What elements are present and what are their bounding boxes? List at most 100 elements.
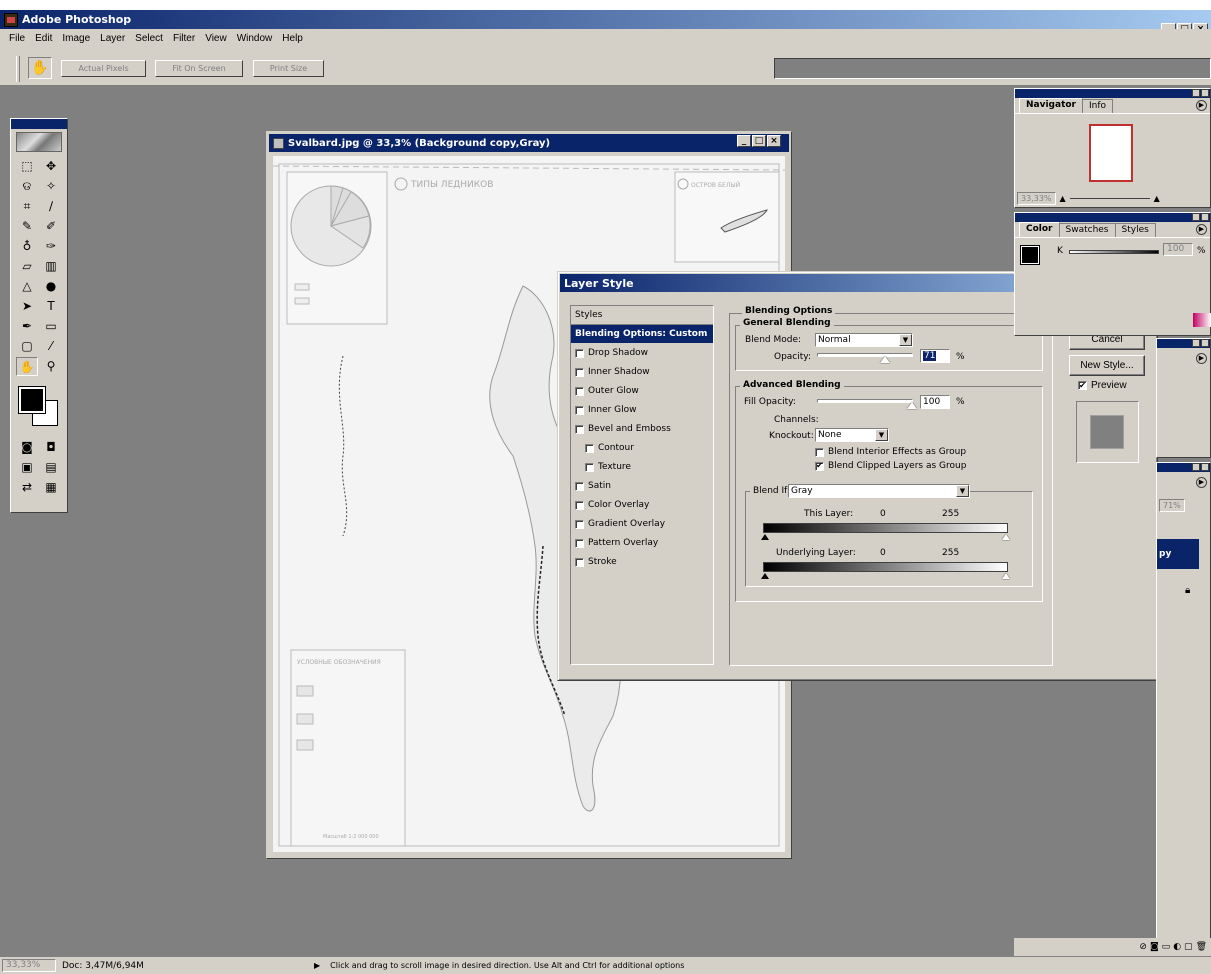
palette-menu-icon[interactable]: ▶ <box>1196 477 1207 488</box>
palette-menu-icon[interactable]: ▶ <box>1196 353 1207 364</box>
zoom-in-icon[interactable]: ▲ <box>1154 194 1160 203</box>
color-overlay-checkbox[interactable] <box>575 500 584 510</box>
document-title-bar[interactable]: Svalbard.jpg @ 33,3% (Background copy,Gr… <box>269 134 789 152</box>
drop-shadow-checkbox[interactable] <box>575 348 584 358</box>
healing-brush-tool-icon[interactable]: ✎ <box>16 217 38 236</box>
new-set-icon[interactable]: ▭ <box>1162 942 1171 952</box>
notes-tool-icon[interactable]: ▢ <box>16 337 38 356</box>
style-item-blending-options-custom[interactable]: Blending Options: Custom <box>571 325 713 344</box>
menu-select[interactable]: Select <box>130 33 168 44</box>
bevel-and-emboss-checkbox[interactable] <box>575 424 584 434</box>
blur-tool-icon[interactable]: △ <box>16 277 38 296</box>
standard-mode-icon[interactable]: ◙ <box>16 438 38 457</box>
navigator-zoom-field[interactable]: 33,33% <box>1017 191 1056 205</box>
quick-mask-mode-icon[interactable]: ◘ <box>40 438 62 457</box>
history-palette-header[interactable] <box>1157 339 1210 348</box>
style-item-color-overlay[interactable]: Color Overlay <box>571 496 713 515</box>
this-layer-gradient[interactable] <box>763 523 1008 533</box>
slice-tool-icon[interactable]: ∕ <box>40 197 62 216</box>
foreground-color-swatch[interactable] <box>18 386 46 414</box>
layer-mask-icon[interactable]: ◙ <box>1150 942 1159 952</box>
blend-if-dropdown[interactable]: Gray ▼ <box>788 484 970 498</box>
doc-close-button[interactable]: × <box>767 135 781 147</box>
imageready-icon[interactable]: ⇄ <box>16 478 38 497</box>
hand-tool-icon[interactable]: ✋ <box>16 357 38 376</box>
adjustment-layer-icon[interactable]: ◐ <box>1173 942 1181 952</box>
gradient-tool-icon[interactable]: ▥ <box>40 257 62 276</box>
color-ramp[interactable] <box>1193 313 1211 327</box>
menu-image[interactable]: Image <box>57 33 95 44</box>
preview-checkbox[interactable]: ✔ <box>1078 381 1087 390</box>
style-item-outer-glow[interactable]: Outer Glow <box>571 382 713 401</box>
navigator-thumbnail[interactable] <box>1089 124 1133 182</box>
blend-mode-dropdown[interactable]: Normal ▼ <box>815 333 913 347</box>
menu-window[interactable]: Window <box>232 33 278 44</box>
doc-maximize-button[interactable]: □ <box>752 135 766 147</box>
fill-opacity-field[interactable]: 100 <box>920 395 950 409</box>
menu-help[interactable]: Help <box>277 33 308 44</box>
style-item-gradient-overlay[interactable]: Gradient Overlay <box>571 515 713 534</box>
tab-info[interactable]: Info <box>1082 99 1114 113</box>
pattern-overlay-checkbox[interactable] <box>575 538 584 548</box>
style-item-bevel-and-emboss[interactable]: Bevel and Emboss <box>571 420 713 439</box>
stroke-checkbox[interactable] <box>575 557 584 567</box>
history-brush-tool-icon[interactable]: ✑ <box>40 237 62 256</box>
dodge-tool-icon[interactable]: ● <box>40 277 62 296</box>
fill-opacity-slider-thumb[interactable] <box>907 402 917 409</box>
tab-navigator[interactable]: Navigator <box>1019 98 1083 113</box>
styles-header[interactable]: Styles <box>571 306 713 325</box>
this-layer-white-handle[interactable] <box>1002 534 1010 540</box>
tab-color[interactable]: Color <box>1019 222 1060 237</box>
hand-icon[interactable]: ✋ <box>28 57 52 79</box>
palette-menu-icon[interactable]: ▶ <box>1196 100 1207 111</box>
screen-mode-icon[interactable]: ▣ <box>16 458 38 477</box>
full-screen-mode-icon[interactable]: ▤ <box>40 458 62 477</box>
status-menu-arrow-icon[interactable]: ▶ <box>314 961 320 970</box>
color-palette-header[interactable] <box>1015 213 1210 222</box>
actual-pixels-button[interactable]: Actual Pixels <box>61 60 146 77</box>
style-item-texture[interactable]: Texture <box>571 458 713 477</box>
menu-layer[interactable]: Layer <box>95 33 130 44</box>
inner-shadow-checkbox[interactable] <box>575 367 584 377</box>
layers-palette-header[interactable] <box>1157 463 1210 472</box>
opacity-field[interactable]: 71 <box>920 349 950 363</box>
layers-opacity-field[interactable]: 71% <box>1159 499 1185 512</box>
navigator-preview-area[interactable] <box>1015 114 1210 190</box>
zoom-out-icon[interactable]: ▲ <box>1060 194 1066 203</box>
navigator-zoom-slider[interactable] <box>1069 197 1150 199</box>
knockout-dropdown[interactable]: None ▼ <box>815 428 889 442</box>
layer-row-selected[interactable]: py <box>1157 539 1199 569</box>
blend-clipped-option[interactable]: ✔ Blend Clipped Layers as Group <box>815 461 966 471</box>
menu-filter[interactable]: Filter <box>168 33 200 44</box>
satin-checkbox[interactable] <box>575 481 584 491</box>
blend-clipped-checkbox[interactable]: ✔ <box>815 461 824 471</box>
color-foreground-swatch[interactable] <box>1020 245 1040 265</box>
contour-checkbox[interactable] <box>585 443 594 453</box>
this-layer-black-handle[interactable] <box>761 534 769 540</box>
color-swatches[interactable] <box>16 384 62 430</box>
eyedropper-tool-icon[interactable]: ⁄ <box>40 337 62 356</box>
lasso-tool-icon[interactable]: ଡ <box>16 177 38 196</box>
magic-wand-tool-icon[interactable]: ✧ <box>40 177 62 196</box>
style-item-satin[interactable]: Satin <box>571 477 713 496</box>
style-item-drop-shadow[interactable]: Drop Shadow <box>571 344 713 363</box>
style-item-stroke[interactable]: Stroke <box>571 553 713 572</box>
navigator-palette-header[interactable] <box>1015 89 1210 98</box>
print-size-button[interactable]: Print Size <box>253 60 324 77</box>
crop-tool-icon[interactable]: ⌗ <box>16 197 38 216</box>
underlying-layer-gradient[interactable] <box>763 562 1008 572</box>
style-item-pattern-overlay[interactable]: Pattern Overlay <box>571 534 713 553</box>
fill-opacity-slider[interactable] <box>817 399 917 409</box>
rectangle-tool-icon[interactable]: ▭ <box>40 317 62 336</box>
style-item-inner-shadow[interactable]: Inner Shadow <box>571 363 713 382</box>
doc-minimize-button[interactable]: _ <box>737 135 751 147</box>
color-k-value[interactable]: 100 <box>1163 243 1193 256</box>
opacity-slider-thumb[interactable] <box>879 356 890 363</box>
pen-tool-icon[interactable]: ✒ <box>16 317 38 336</box>
menu-edit[interactable]: Edit <box>30 33 57 44</box>
palette-menu-icon[interactable]: ▶ <box>1196 224 1207 235</box>
outer-glow-checkbox[interactable] <box>575 386 584 396</box>
marquee-tool-icon[interactable]: ⬚ <box>16 157 38 176</box>
clone-stamp-tool-icon[interactable]: ♁ <box>16 237 38 256</box>
layer-style-icon[interactable]: ⊘ <box>1139 942 1147 952</box>
